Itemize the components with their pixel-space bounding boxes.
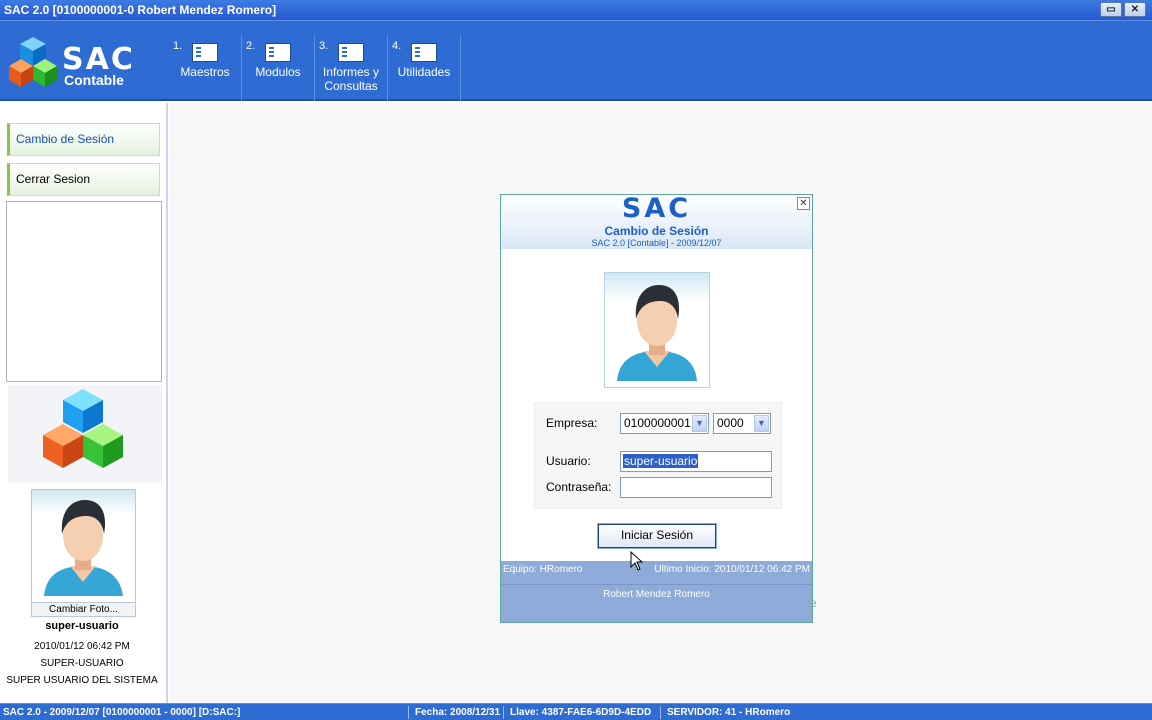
password-field[interactable] [620, 477, 772, 498]
close-button[interactable]: ✕ [1124, 2, 1146, 17]
username-field[interactable]: super-usuario [620, 451, 772, 472]
menu-informes[interactable]: 3. Informes y Consultas [315, 35, 388, 101]
menu-maestros[interactable]: 1. Maestros [169, 35, 242, 101]
window-icon [338, 43, 364, 62]
menu-utilidades[interactable]: 4. Utilidades [388, 35, 461, 101]
user-avatar-icon [617, 285, 697, 381]
cubes-logo-icon [43, 389, 123, 468]
menu-label: Informes y Consultas [322, 65, 379, 93]
main-toolbar: SAC Contable 1. Maestros 2. Modulos 3. I… [0, 20, 1152, 101]
sidebar-role: SUPER-USUARIO [40, 658, 124, 669]
sidebar-item-cerrar-sesion[interactable]: Cerrar Sesion [7, 163, 160, 196]
username-value: super-usuario [623, 454, 699, 468]
status-date: Fecha: 2008/12/31 [415, 707, 501, 718]
window-icon [192, 43, 218, 62]
footer-user-name: Robert Mendez Romero [501, 584, 812, 600]
logo-subtitle: Contable [64, 72, 124, 88]
status-separator [408, 706, 409, 719]
footer-computer: Equipo: HRomero [503, 564, 583, 575]
branch-select[interactable]: 0000 ▼ [713, 413, 771, 434]
dialog-brand: SAC [621, 193, 692, 224]
sidebar-last-login: 2010/01/12 06:42 PM [34, 641, 130, 652]
change-photo-button[interactable]: Cambiar Foto... [32, 602, 135, 616]
status-server: SERVIDOR: 41 - HRomero [667, 707, 791, 718]
login-form: Empresa: 0100000001 ▼ 0000 ▼ Usuario: su… [534, 402, 782, 509]
company-select-value: 0100000001 [624, 416, 691, 430]
dialog-close-button[interactable]: ✕ [797, 197, 810, 210]
branch-select-value: 0000 [717, 416, 744, 430]
menu-number: 3. [319, 40, 329, 52]
sidebar: Cambio de Sesión Cerrar Sesion Cambiar F… [0, 103, 168, 703]
dialog-header: SAC Cambio de Sesión SAC 2.0 [Contable] … [501, 195, 812, 249]
app-logo: SAC Contable [8, 35, 158, 95]
menu-number: 2. [246, 40, 256, 52]
logo-text: SAC Contable [62, 42, 135, 88]
sidebar-role-description: SUPER USUARIO DEL SISTEMA [6, 675, 158, 686]
dialog-footer: Equipo: HRomero Ultimo Inicio: 2010/01/1… [501, 561, 812, 622]
sidebar-username: super-usuario [45, 620, 119, 632]
logo-name: SAC [62, 42, 135, 77]
cubes-logo-icon [9, 37, 57, 87]
menu-label: Utilidades [397, 65, 451, 79]
user-photo-frame: Cambiar Foto... [31, 489, 136, 617]
dialog-title: Cambio de Sesión [604, 224, 709, 238]
menu-number: 4. [392, 40, 402, 52]
menu-number: 1. [173, 40, 183, 52]
menu-label: Modulos [255, 65, 301, 79]
window-icon [411, 43, 437, 62]
title-bar: SAC 2.0 [0100000001-0 Robert Mendez Rome… [0, 0, 1152, 20]
window-controls: ▭ ✕ [1100, 2, 1146, 17]
dialog-subtitle: SAC 2.0 [Contable] - 2009/12/07 [591, 238, 722, 248]
sidebar-item-cambio-sesion[interactable]: Cambio de Sesión [7, 123, 160, 156]
user-avatar-icon [44, 500, 123, 596]
window-title: SAC 2.0 [0100000001-0 Robert Mendez Rome… [4, 3, 277, 17]
company-label: Empresa: [546, 416, 598, 430]
sidebar-logo-area [8, 385, 162, 483]
menu-modulos[interactable]: 2. Modulos [242, 35, 315, 101]
company-select[interactable]: 0100000001 ▼ [620, 413, 709, 434]
login-button[interactable]: Iniciar Sesión [597, 523, 717, 549]
status-key: Llave: 4387-FAE6-6D9D-4EDD [510, 707, 652, 718]
chevron-down-icon[interactable]: ▼ [692, 415, 707, 432]
status-separator [503, 706, 504, 719]
dialog-user-photo [604, 272, 710, 388]
status-bar: SAC 2.0 - 2009/12/07 [0100000001 - 0000]… [0, 703, 1152, 720]
status-separator [660, 706, 661, 719]
sidebar-empty-panel [6, 201, 162, 382]
mouse-cursor-icon [630, 551, 644, 571]
password-label: Contraseña: [546, 480, 612, 494]
user-label: Usuario: [546, 454, 591, 468]
minimize-button[interactable]: ▭ [1100, 2, 1122, 17]
session-change-dialog: SAC Cambio de Sesión SAC 2.0 [Contable] … [500, 194, 813, 623]
chevron-down-icon[interactable]: ▼ [754, 415, 769, 432]
menu-label: Maestros [180, 65, 230, 79]
window-icon [265, 43, 291, 62]
footer-last-login: Ultimo Inicio: 2010/01/12 06:42 PM [654, 564, 810, 575]
status-app: SAC 2.0 - 2009/12/07 [0100000001 - 0000]… [3, 707, 241, 718]
